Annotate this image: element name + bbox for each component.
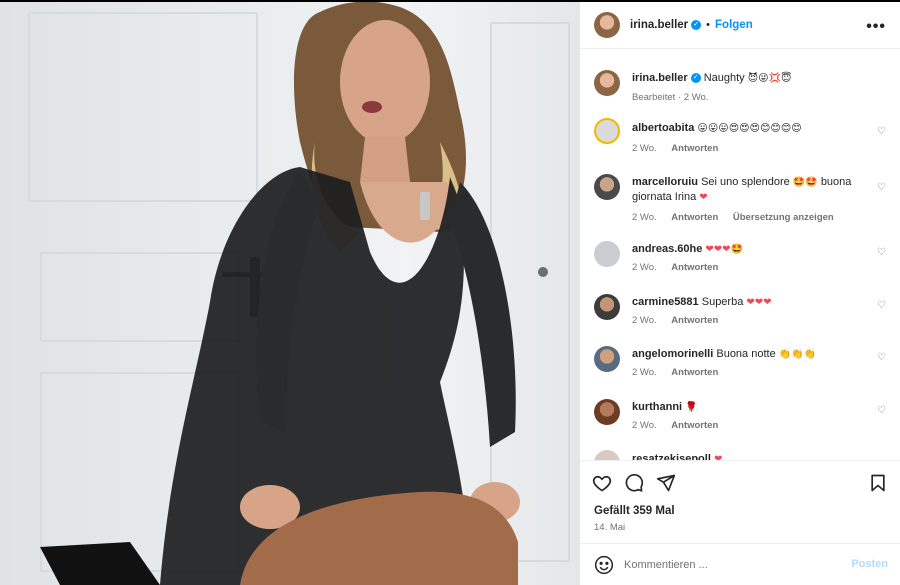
post-author-username[interactable]: irina.beller xyxy=(630,19,688,31)
comment-time: 2 Wo. xyxy=(632,367,657,378)
comment-item: resatzekisepoll ❤ xyxy=(594,450,894,460)
comment-emojis: 🤩🤩 xyxy=(792,177,818,188)
comment-like-heart-icon[interactable]: ♡ xyxy=(877,300,886,311)
comment-like-heart-icon[interactable]: ♡ xyxy=(877,247,886,258)
comment-time: 2 Wo. xyxy=(632,212,657,223)
follow-button[interactable]: Folgen xyxy=(715,19,753,31)
comment-username[interactable]: carmine5881 xyxy=(632,296,699,308)
separator-dot: • xyxy=(706,19,711,31)
comment-item: kurthanni 🌹 2 Wo. Antworten ♡ xyxy=(594,399,894,439)
heart-icon[interactable] xyxy=(592,473,612,493)
comment-emojis: ❤ xyxy=(699,192,708,203)
caption: irina.beller ✓ Naughty 😈😜💢😇 Bearbeitet · … xyxy=(594,70,894,110)
comment-emojis: ❤❤❤ xyxy=(746,297,772,308)
reply-button[interactable]: Antworten xyxy=(671,420,718,431)
avatar[interactable] xyxy=(594,70,620,96)
caption-text: Naughty xyxy=(703,72,745,84)
avatar[interactable] xyxy=(594,12,620,38)
verified-badge-icon: ✓ xyxy=(691,20,702,30)
comment-like-heart-icon[interactable]: ♡ xyxy=(877,405,886,416)
post-photo[interactable] xyxy=(0,2,580,585)
comment-emojis: 😛😛😛😍😍😍😊😊😊😊 xyxy=(697,123,802,134)
avatar[interactable] xyxy=(594,118,620,144)
avatar[interactable] xyxy=(594,174,620,200)
comment-like-heart-icon[interactable]: ♡ xyxy=(877,126,886,137)
more-options-icon[interactable]: ••• xyxy=(866,18,886,36)
comment-time: 2 Wo. xyxy=(632,143,657,154)
comment-username[interactable]: angelomorinelli xyxy=(632,348,713,360)
post-actions-bar: Gefällt 359 Mal 14. Mai xyxy=(580,460,900,550)
caption-time: 2 Wo. xyxy=(683,92,709,103)
caption-emojis: 😈😜💢😇 xyxy=(747,73,792,84)
bookmark-icon[interactable] xyxy=(868,473,888,493)
post-side-panel: irina.beller ✓ • Folgen ••• irina.beller… xyxy=(580,2,900,585)
reply-button[interactable]: Antworten xyxy=(671,315,718,326)
comment-text: Buona notte xyxy=(716,348,776,360)
post-header: irina.beller ✓ • Folgen ••• xyxy=(580,2,900,49)
comment-text: Sei uno splendore xyxy=(701,176,790,188)
avatar[interactable] xyxy=(594,294,620,320)
avatar[interactable] xyxy=(594,241,620,267)
comment-time: 2 Wo. xyxy=(632,420,657,431)
post-comment-button[interactable]: Posten xyxy=(851,558,888,570)
comment-icon[interactable] xyxy=(624,473,644,493)
comment-username[interactable]: marcelloruiu xyxy=(632,176,698,188)
edited-label: Bearbeitet xyxy=(632,92,676,103)
post-date: 14. Mai xyxy=(594,522,626,533)
translate-button[interactable]: Übersetzung anzeigen xyxy=(733,212,834,223)
reply-button[interactable]: Antworten xyxy=(671,367,718,378)
comments-list[interactable]: irina.beller ✓ Naughty 😈😜💢😇 Bearbeitet · … xyxy=(580,50,900,460)
comment-text: Superba xyxy=(701,296,744,308)
comment-username[interactable]: kurthanni xyxy=(632,401,682,413)
comment-username[interactable]: andreas.60he xyxy=(632,243,702,255)
comment-item: albertoabita 😛😛😛😍😍😍😊😊😊😊 2 Wo. Antworten … xyxy=(594,118,894,158)
reply-button[interactable]: Antworten xyxy=(671,143,718,154)
comment-like-heart-icon[interactable]: ♡ xyxy=(877,182,886,193)
share-icon[interactable] xyxy=(656,473,676,493)
comment-emojis: ❤❤❤🤩 xyxy=(705,244,743,255)
comment-username[interactable]: resatzekisepoll xyxy=(632,453,711,460)
verified-badge-icon: ✓ xyxy=(690,73,701,84)
caption-username[interactable]: irina.beller xyxy=(632,72,688,84)
comment-item: marcelloruiu Sei uno splendore 🤩🤩 buona … xyxy=(594,174,894,229)
reply-button[interactable]: Antworten xyxy=(671,212,718,223)
comment-like-heart-icon[interactable]: ♡ xyxy=(877,352,886,363)
comment-time: 2 Wo. xyxy=(632,315,657,326)
avatar[interactable] xyxy=(594,399,620,425)
model-figure xyxy=(40,2,520,585)
avatar[interactable] xyxy=(594,450,620,460)
comment-item: angelomorinelli Buona notte 👏👏👏 2 Wo. An… xyxy=(594,346,894,386)
comment-composer: Posten xyxy=(580,543,900,585)
emoji-icon[interactable] xyxy=(594,555,614,575)
comment-input[interactable] xyxy=(624,554,844,576)
instagram-post-modal: irina.beller ✓ • Folgen ••• irina.beller… xyxy=(0,0,900,585)
comment-emojis: 🌹 xyxy=(685,402,698,413)
comment-emojis: 👏👏👏 xyxy=(778,349,817,360)
comment-item: andreas.60he ❤❤❤🤩 2 Wo. Antworten ♡ xyxy=(594,241,894,281)
likes-count[interactable]: Gefällt 359 Mal xyxy=(594,505,675,517)
comment-username[interactable]: albertoabita xyxy=(632,122,694,134)
reply-button[interactable]: Antworten xyxy=(671,262,718,273)
avatar[interactable] xyxy=(594,346,620,372)
comment-time: 2 Wo. xyxy=(632,262,657,273)
comment-item: carmine5881 Superba ❤❤❤ 2 Wo. Antworten … xyxy=(594,294,894,334)
